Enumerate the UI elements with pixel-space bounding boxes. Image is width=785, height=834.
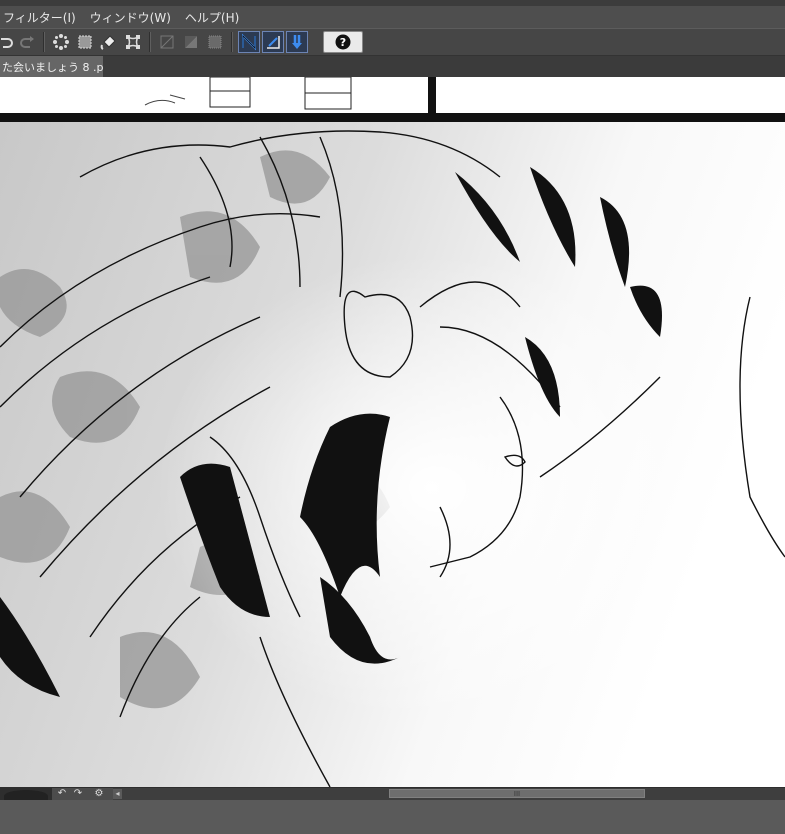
redo-button[interactable] <box>16 31 38 53</box>
rotate-right-icon[interactable]: ↷ <box>72 788 84 800</box>
help-button[interactable]: ? <box>323 31 363 53</box>
select-all-icon <box>78 35 92 49</box>
select-all-button[interactable] <box>74 31 96 53</box>
snap-ruler-button[interactable] <box>180 31 202 53</box>
navigator-bar: ↶ ↷ ⚙ ◂ III <box>0 787 785 802</box>
redo-icon <box>20 36 34 48</box>
transform-icon <box>126 35 140 49</box>
undo-button[interactable] <box>0 31 14 53</box>
gear-icon[interactable]: ⚙ <box>93 788 105 800</box>
snap-grid-icon <box>208 35 222 49</box>
toolbar-separator <box>149 32 151 52</box>
snap-off-icon <box>160 35 174 49</box>
rotate-left-icon[interactable]: ↶ <box>56 788 68 800</box>
snap-grid-button[interactable] <box>204 31 226 53</box>
fill-icon <box>100 35 116 50</box>
menu-filter[interactable]: フィルター(I) <box>0 9 86 26</box>
status-area <box>0 800 785 834</box>
snap-special-ruler-button[interactable] <box>238 31 260 53</box>
snap-vector-button[interactable] <box>286 31 308 53</box>
clear-selection-button[interactable] <box>50 31 72 53</box>
snap-off-button[interactable] <box>156 31 178 53</box>
navigator-thumbnail[interactable] <box>0 788 52 802</box>
command-toolbar: ? <box>0 28 785 56</box>
help-label: ? <box>339 35 347 49</box>
clear-selection-icon <box>53 34 69 50</box>
document-tab-title: た会いましょう 8 .psd <box>2 60 103 74</box>
document-tab[interactable]: た会いましょう 8 .psd ✖ <box>0 56 103 77</box>
snap-perspective-icon <box>267 36 280 49</box>
snap-special-ruler-icon <box>242 33 256 51</box>
menu-window[interactable]: ウィンドウ(W) <box>86 9 181 26</box>
horizontal-scrollbar[interactable]: ◂ III <box>113 788 785 800</box>
manga-artwork <box>0 77 785 787</box>
drawing-canvas[interactable] <box>0 77 785 787</box>
toolbar-separator <box>231 32 233 52</box>
snap-ruler-icon <box>185 36 197 48</box>
fill-button[interactable] <box>98 31 120 53</box>
transform-button[interactable] <box>122 31 144 53</box>
snap-vector-icon <box>292 35 302 49</box>
snap-perspective-button[interactable] <box>262 31 284 53</box>
scroll-left-icon[interactable]: ◂ <box>113 789 122 799</box>
undo-icon <box>1 38 13 48</box>
scrollbar-thumb[interactable]: III <box>389 789 645 798</box>
menu-help[interactable]: ヘルプ(H) <box>181 9 249 26</box>
toolbar-separator <box>43 32 45 52</box>
menubar: フィルター(I) ウィンドウ(W) ヘルプ(H) <box>0 6 785 28</box>
document-tab-bar: た会いましょう 8 .psd ✖ <box>0 56 785 77</box>
